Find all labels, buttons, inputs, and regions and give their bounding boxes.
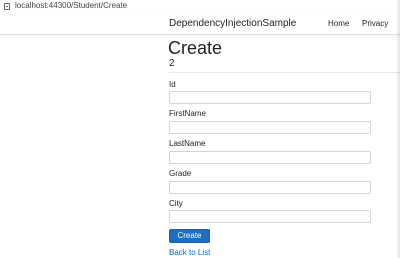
nav-link-home[interactable]: Home xyxy=(328,18,349,29)
grade-label: Grade xyxy=(169,169,192,178)
id-label: Id xyxy=(169,80,176,89)
lastname-label: LastName xyxy=(169,139,206,148)
firstname-label: FirstName xyxy=(169,109,206,118)
lastname-field[interactable] xyxy=(169,151,371,164)
brand-link[interactable]: DependencyInjectionSample xyxy=(169,17,296,30)
nav-link-privacy[interactable]: Privacy xyxy=(362,18,388,29)
address-url[interactable]: localhost:44300/Student/Create xyxy=(15,1,127,11)
grade-field[interactable] xyxy=(169,181,371,194)
city-label: City xyxy=(169,199,183,208)
city-field[interactable] xyxy=(169,210,371,223)
back-to-list-link[interactable]: Back to List xyxy=(169,248,210,258)
divider xyxy=(169,72,400,73)
firstname-field[interactable] xyxy=(169,121,371,134)
address-bar[interactable]: localhost:44300/Student/Create xyxy=(0,0,400,13)
page-title: Create xyxy=(168,38,223,58)
page-icon xyxy=(4,3,10,10)
id-field[interactable] xyxy=(169,91,371,104)
create-button[interactable]: Create xyxy=(169,229,210,243)
navbar: DependencyInjectionSample Home Privacy xyxy=(0,13,400,35)
window-edge-shadow xyxy=(396,0,400,258)
page-subtitle: 2 xyxy=(169,58,175,69)
